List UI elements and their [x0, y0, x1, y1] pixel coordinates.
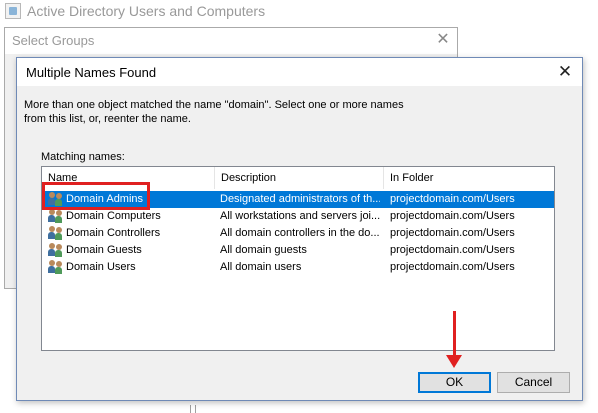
- dialog-titlebar: Multiple Names Found ✕: [17, 58, 582, 86]
- column-header-folder[interactable]: In Folder: [384, 167, 554, 189]
- row-name: Domain Users: [66, 261, 136, 273]
- annotation-highlight-box: [42, 182, 150, 210]
- table-row[interactable]: Domain Guests All domain guests projectd…: [42, 242, 554, 259]
- row-folder: projectdomain.com/Users: [390, 244, 515, 256]
- row-description: Designated administrators of th...: [220, 193, 380, 205]
- group-icon: [47, 243, 64, 258]
- annotation-arrow-down-icon: [446, 355, 462, 368]
- dialog-close-icon[interactable]: ✕: [553, 61, 577, 83]
- aduc-divider: [190, 405, 191, 413]
- cancel-button[interactable]: Cancel: [497, 372, 570, 393]
- aduc-title: Active Directory Users and Computers: [27, 3, 266, 19]
- select-groups-close-icon[interactable]: ✕: [432, 30, 454, 50]
- table-row[interactable]: Domain Controllers All domain controller…: [42, 225, 554, 242]
- select-groups-title: Select Groups: [12, 33, 95, 48]
- row-description: All domain guests: [220, 244, 307, 256]
- row-folder: projectdomain.com/Users: [390, 193, 515, 205]
- select-groups-titlebar: Select Groups ✕: [5, 28, 457, 54]
- annotation-arrow-shaft: [453, 311, 456, 357]
- dialog-message-line1: More than one object matched the name "d…: [24, 99, 404, 111]
- row-folder: projectdomain.com/Users: [390, 227, 515, 239]
- table-row[interactable]: Domain Computers All workstations and se…: [42, 208, 554, 225]
- matching-names-label: Matching names:: [41, 151, 125, 163]
- aduc-titlebar: Active Directory Users and Computers: [0, 0, 598, 22]
- row-name: Domain Guests: [66, 244, 142, 256]
- table-row[interactable]: Domain Users All domain users projectdom…: [42, 259, 554, 276]
- multiple-names-dialog: Multiple Names Found ✕ More than one obj…: [16, 57, 583, 401]
- group-icon: [47, 226, 64, 241]
- column-header-description[interactable]: Description: [215, 167, 384, 189]
- row-description: All domain users: [220, 261, 302, 273]
- ok-button[interactable]: OK: [418, 372, 491, 393]
- row-name: Domain Controllers: [66, 227, 161, 239]
- aduc-divider: [195, 405, 196, 413]
- row-description: All domain controllers in the do...: [220, 227, 380, 239]
- row-description: All workstations and servers joi...: [220, 210, 380, 222]
- row-folder: projectdomain.com/Users: [390, 210, 515, 222]
- dialog-message: More than one object matched the name "d…: [24, 98, 564, 126]
- aduc-app-icon: [5, 3, 21, 19]
- group-icon: [47, 209, 64, 224]
- group-icon: [47, 260, 64, 275]
- row-folder: projectdomain.com/Users: [390, 261, 515, 273]
- row-name: Domain Computers: [66, 210, 161, 222]
- dialog-message-line2: from this list, or, reenter the name.: [24, 113, 191, 125]
- dialog-title: Multiple Names Found: [26, 65, 157, 80]
